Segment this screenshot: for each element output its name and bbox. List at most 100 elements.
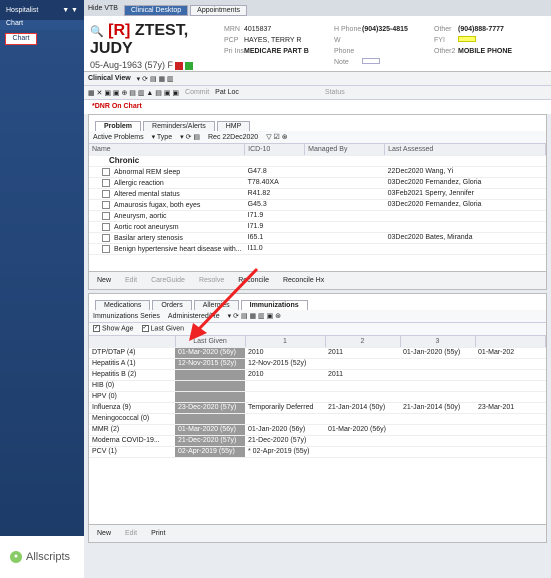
mrn-value: 4015837 (244, 26, 272, 33)
col-name[interactable]: Name (89, 144, 246, 156)
patient-location-select[interactable]: Pat Loc (215, 89, 239, 96)
filter-icon[interactable]: ▽ ☑ ⊛ (266, 133, 287, 141)
problem-icon (102, 178, 110, 187)
problem-row[interactable]: Altered mental status R41.82 03Feb2021 Spe… (89, 188, 546, 200)
dose-4 (475, 391, 546, 403)
search-icon[interactable]: 🔍 (90, 26, 104, 38)
col-icd10[interactable]: ICD-10 (244, 144, 306, 156)
col-1[interactable]: 1 (245, 336, 326, 348)
problem-name: Allergic reaction (89, 177, 245, 189)
immunization-row[interactable]: PCV (1) 02-Apr-2019 (55y) * 02-Apr-2019 (5… (89, 446, 546, 458)
immunization-row[interactable]: Hepatitis A (1) 12-Nov-2015 (52y) 12-Nov-2… (89, 358, 546, 370)
problem-managed-by (304, 188, 385, 200)
problem-managed-by (304, 199, 385, 211)
col-2[interactable]: 2 (325, 336, 401, 348)
problem-filter-bar: Active Problems ▾ Type ▾ ⟳ ▤ Rec 22Dec2020 ▽… (89, 131, 546, 144)
immunization-filter-bar: Immunizations Series Administered/Re ▾ ⟳ ▤… (89, 310, 546, 323)
last-given-checkbox[interactable]: ✓ Last Given (141, 325, 184, 333)
problem-row[interactable]: Aortic root aneurysm I71.9 (89, 221, 546, 233)
careguide-button[interactable]: CareGuide (151, 277, 185, 284)
allscripts-logo: ● Allscripts (0, 536, 84, 578)
alert-icon[interactable] (175, 61, 184, 70)
dose-2: 2011 (325, 347, 400, 359)
dnr-alert: *DNR On Chart (84, 100, 551, 114)
immunization-row[interactable]: Influenza (9) 23-Dec-2020 (57y) Temporaril… (89, 402, 546, 414)
last-given-cell: 01-Mar-2020 (56y) (175, 347, 245, 359)
tab-allergies[interactable]: Allergies (193, 300, 239, 310)
vaccine-name: Moderna COVID-19... (89, 435, 175, 447)
immunization-row[interactable]: DTP/DTaP (4) 01-Mar-2020 (56y) 2010 2011 01-… (89, 347, 546, 359)
group-chronic[interactable]: Chronic (89, 155, 546, 167)
series-select[interactable]: Immunizations Series (93, 313, 160, 320)
tab-appointments[interactable]: Appointments (190, 5, 247, 16)
immunization-row[interactable]: HIB (0) (89, 380, 546, 392)
reconcile-hx-button[interactable]: Reconcile Hx (283, 277, 324, 284)
toolbar-icons[interactable]: ▾ ⟳ ▤ ▦ ▥ ▣ ⊛ (228, 312, 281, 320)
problem-row[interactable]: Aneurysm, aortic I71.9 (89, 210, 546, 222)
patient-name-text: ZTEST, JUDY (90, 22, 189, 57)
status-select[interactable]: Status (325, 89, 345, 96)
col-4[interactable] (475, 336, 546, 348)
problem-row[interactable]: Benign hypertensive heart disease with..… (89, 243, 546, 255)
col-3[interactable]: 3 (400, 336, 476, 348)
resolve-button[interactable]: Resolve (199, 277, 224, 284)
fyi-badge[interactable] (458, 36, 476, 42)
tab-clinical-desktop[interactable]: Clinical Desktop (123, 5, 189, 16)
action-icons[interactable]: ▦ ✕ ▣ ▣ ⊕ ▤ ▥ ▲ ▤ ▣ ▣ (88, 89, 179, 97)
problem-button-bar: New Edit CareGuide Resolve Reconcile Rec… (89, 271, 546, 289)
active-problems-select[interactable]: Active Problems (93, 134, 144, 141)
tab-reminders-alerts[interactable]: Reminders/Alerts (143, 121, 215, 131)
problem-last-assessed: 03Dec2020 Fernandez, Gloria (384, 177, 546, 189)
administered-select[interactable]: Administered/Re (168, 313, 220, 320)
show-age-checkbox[interactable]: ✓ Show Age (93, 325, 134, 333)
tab-medications[interactable]: Medications (95, 300, 151, 310)
immunization-row[interactable]: Moderna COVID-19... 21-Dec-2020 (57y) 21-D… (89, 435, 546, 447)
tab-orders[interactable]: Orders (152, 300, 192, 310)
last-given-cell (175, 391, 245, 403)
view-icons[interactable]: ▾ ⟳ ▤ ▦ ▥ (137, 75, 174, 83)
chevron-down-icon[interactable]: ▼ ▼ (62, 7, 78, 14)
problem-row[interactable]: Allergic reaction T78.40XA 03Dec2020 Ferna… (89, 177, 546, 189)
status-icon[interactable] (185, 61, 194, 70)
commit-button[interactable]: Commit (185, 89, 209, 96)
immunization-row[interactable]: Meningococcal (0) (89, 413, 546, 425)
col-last-given[interactable]: Last Given (175, 336, 246, 348)
dose-3 (400, 435, 475, 447)
pcp-value: HAYES, TERRY R (244, 37, 302, 44)
problem-row[interactable]: Amaurosis fugax, both eyes G45.3 03Dec2020… (89, 199, 546, 211)
col-managed-by[interactable]: Managed By (304, 144, 386, 156)
print-button[interactable]: Print (151, 530, 165, 537)
problem-row[interactable]: Abnormal REM sleep G47.8 22Dec2020 Wang, Y… (89, 166, 546, 178)
problem-panel: Problem Reminders/Alerts HMP Active Prob… (88, 114, 547, 290)
lower-tabs: Medications Orders Allergies Immunizatio… (89, 294, 546, 310)
vaccine-name: DTP/DTaP (4) (89, 347, 175, 359)
col-vaccine (89, 336, 176, 348)
work-phone-label: W Phone (334, 37, 355, 55)
problem-icd: I71.9 (244, 210, 305, 222)
refresh-icon[interactable]: ▾ ⟳ ▤ (180, 133, 200, 141)
col-last-assessed[interactable]: Last Assessed (384, 144, 546, 156)
nav-chart-button[interactable]: Chart (5, 33, 37, 45)
role-header[interactable]: Hospitalist ▼ ▼ (0, 0, 84, 20)
patient-name[interactable]: 🔍 [R] ZTEST, JUDY (90, 22, 224, 58)
tab-hmp[interactable]: HMP (216, 121, 251, 131)
note-badge[interactable] (362, 58, 380, 64)
new-immunization-button[interactable]: New (97, 530, 111, 537)
edit-problem-button[interactable]: Edit (125, 277, 137, 284)
immunization-row[interactable]: MMR (2) 01-Mar-2020 (56y) 01-Jan-2020 (56y… (89, 424, 546, 436)
problem-row[interactable]: Basilar artery stenosis I65.1 03Dec2020 Ba… (89, 232, 546, 244)
hide-vtb-toggle[interactable]: Hide VTB (88, 5, 118, 12)
immunization-row[interactable]: Hepatitis B (2) 2010 2011 (89, 369, 546, 381)
edit-immunization-button[interactable]: Edit (125, 530, 137, 537)
tab-immunizations[interactable]: Immunizations (240, 300, 308, 310)
new-problem-button[interactable]: New (97, 277, 111, 284)
reconcile-button[interactable]: Reconcile (238, 277, 269, 284)
immunization-row[interactable]: HPV (0) (89, 391, 546, 403)
problem-last-assessed: 03Dec2020 Bates, Miranda (384, 232, 546, 244)
view-toolbar: Clinical View ▾ ⟳ ▤ ▦ ▥ (84, 72, 551, 86)
problem-last-assessed: 03Dec2020 Fernandez, Gloria (384, 199, 546, 211)
problem-name-text: Allergic reaction (114, 179, 164, 187)
type-select[interactable]: ▾ Type (152, 133, 173, 141)
tab-problem[interactable]: Problem (95, 121, 142, 131)
other2-label: Other2 (434, 48, 456, 55)
